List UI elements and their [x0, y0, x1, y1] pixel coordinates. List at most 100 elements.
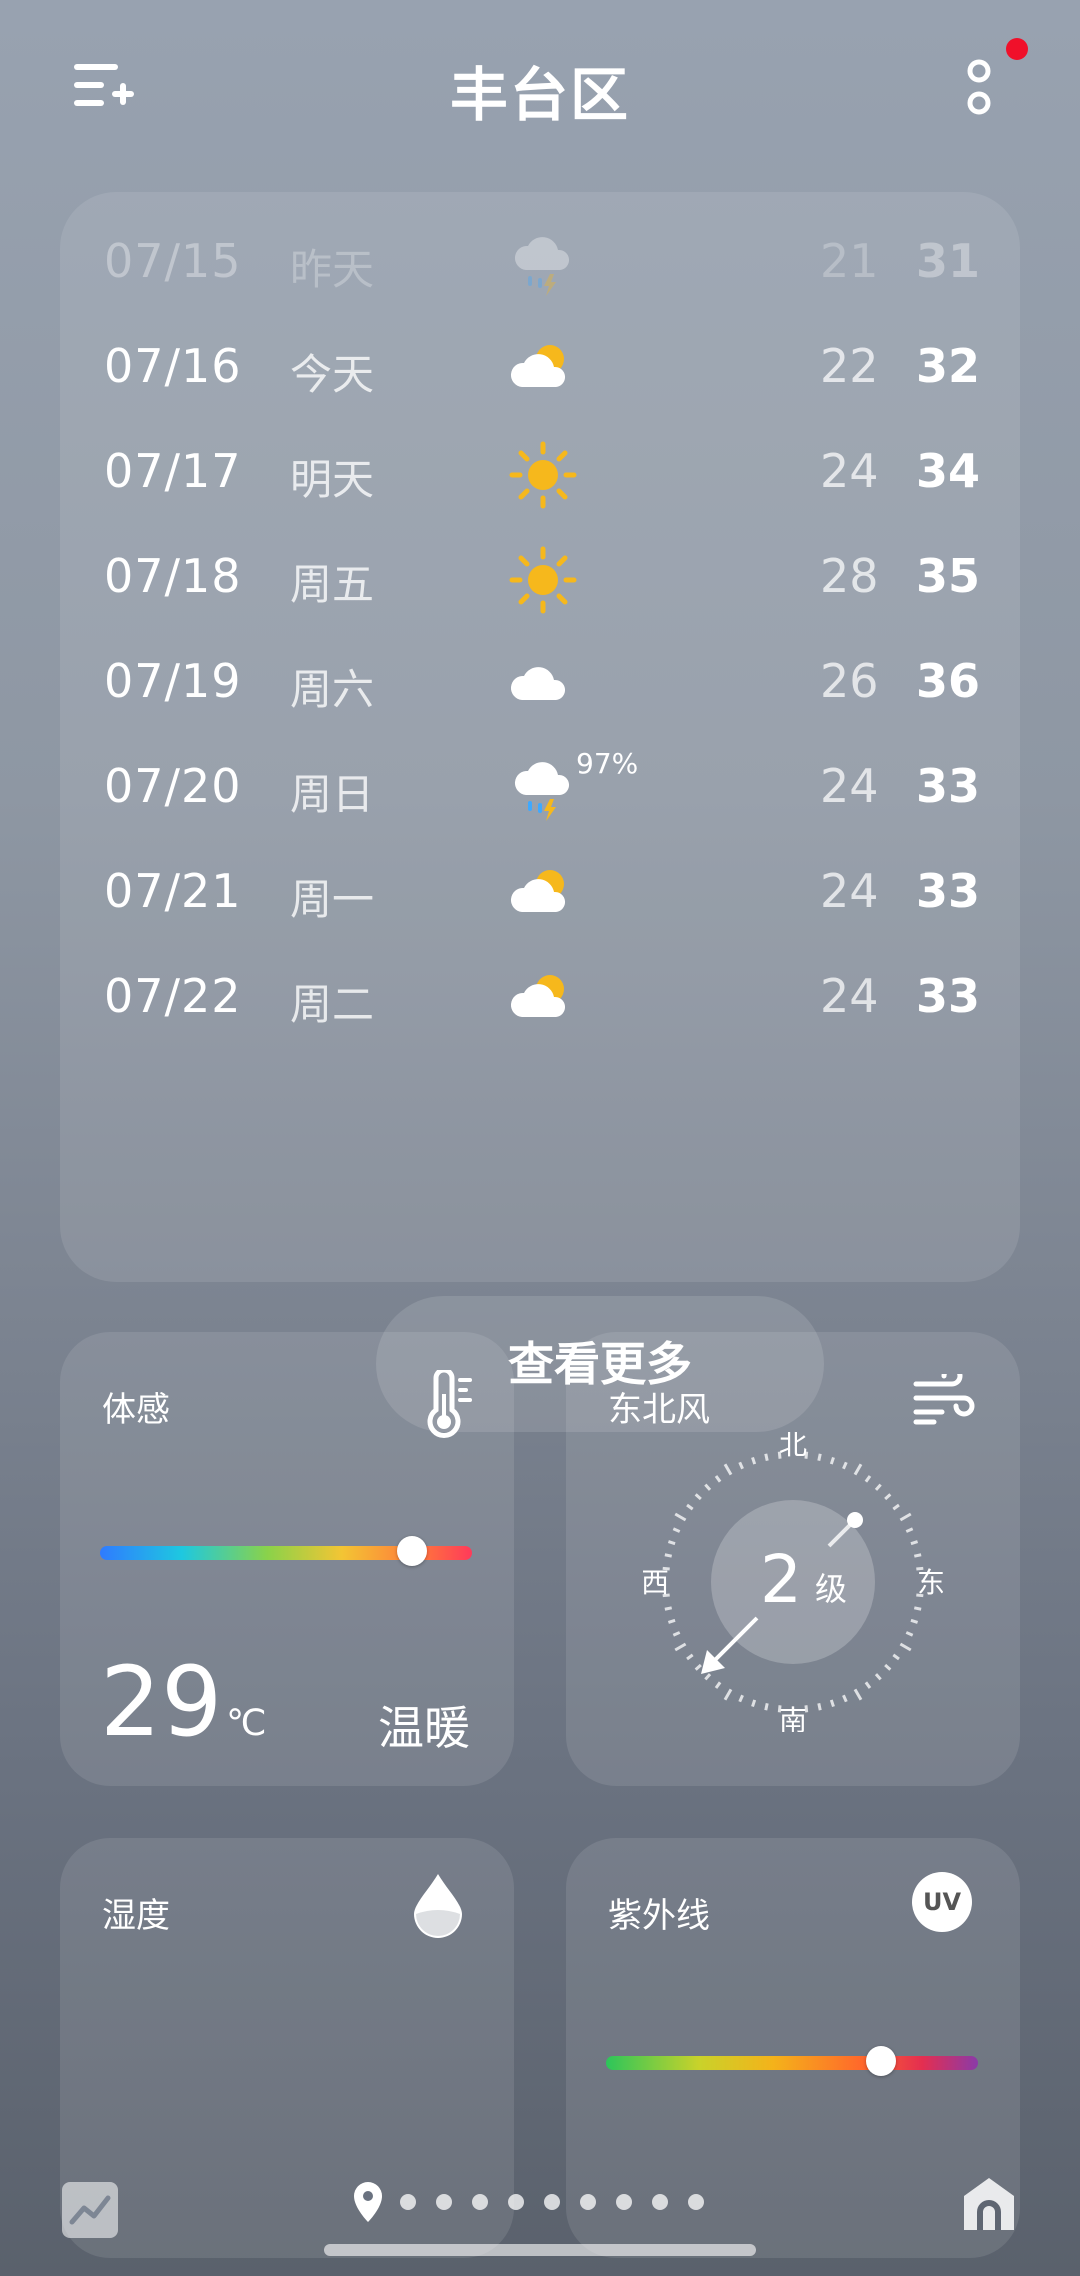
forecast-high: 36 [916, 654, 981, 708]
forecast-low: 28 [820, 549, 879, 603]
forecast-low: 26 [820, 654, 879, 708]
uv-indicator [866, 2046, 897, 2076]
forecast-high: 32 [916, 339, 981, 393]
feels-like-title: 体感 [102, 1390, 170, 1430]
sun-icon [508, 545, 578, 615]
forecast-row[interactable]: 07/20 周日 97% 24 33 [60, 737, 1020, 842]
compass-tick [686, 1653, 694, 1661]
forecast-high: 34 [916, 444, 981, 498]
compass-tick [817, 1453, 822, 1462]
compass-tick [913, 1553, 922, 1558]
page-dot[interactable] [436, 2194, 452, 2210]
forecast-date: 07/21 [104, 864, 242, 918]
forecast-day: 周五 [290, 560, 375, 609]
forecast-row[interactable]: 07/21 周一 24 33 [60, 842, 1020, 947]
compass-tick [829, 1699, 835, 1708]
forecast-low: 24 [820, 864, 879, 918]
page-dot[interactable] [472, 2194, 488, 2210]
wind-compass: 2 级 北 南 东 西 [643, 1432, 943, 1732]
compass-tick [714, 1681, 722, 1689]
compass-tick [905, 1527, 914, 1533]
forecast-day: 今天 [290, 350, 375, 399]
forecast-row[interactable]: 07/17 明天 24 34 [60, 422, 1020, 527]
forecast-row[interactable]: 07/15 昨天 21 31 [60, 212, 1020, 317]
compass-tick [874, 1483, 882, 1491]
compass-tick [672, 1527, 681, 1533]
compass-tick [764, 1453, 769, 1462]
page-dot[interactable] [508, 2194, 524, 2210]
compass-tick [694, 1663, 702, 1671]
compass-tick [853, 1688, 863, 1701]
forecast-high: 33 [916, 969, 981, 1023]
page-dot[interactable] [652, 2194, 668, 2210]
compass-tick [751, 1456, 757, 1465]
forecast-row[interactable]: 07/16 今天 22 32 [60, 317, 1020, 422]
forecast-high: 33 [916, 759, 981, 813]
compass-tick [664, 1606, 673, 1611]
forecast-date: 07/15 [104, 234, 242, 288]
compass-tick [714, 1475, 722, 1483]
compass-tick [704, 1483, 712, 1491]
trend-chart-icon[interactable] [62, 2182, 118, 2238]
compass-east: 东 [917, 1566, 943, 1599]
wind-arrow-origin [847, 1512, 863, 1528]
forecast-high: 33 [916, 864, 981, 918]
more-options-icon[interactable] [966, 58, 992, 118]
feels-like-description: 温暖 [378, 1701, 470, 1755]
forecast-date: 07/20 [104, 759, 242, 813]
compass-tick [842, 1694, 848, 1703]
compass-tick [853, 1463, 863, 1476]
uv-index-tile[interactable]: 紫外线 UV [566, 1838, 1020, 2258]
forecast-date: 07/18 [104, 549, 242, 603]
forecast-date: 07/22 [104, 969, 242, 1023]
compass-tick [764, 1702, 769, 1711]
forecast-day: 周六 [290, 665, 375, 714]
notification-dot [1006, 38, 1028, 60]
compass-north: 北 [779, 1432, 807, 1461]
page-dot[interactable] [544, 2194, 560, 2210]
forecast-day: 周一 [290, 875, 375, 924]
forecast-low: 24 [820, 969, 879, 1023]
forecast-row[interactable]: 07/22 周二 24 33 [60, 947, 1020, 1052]
gesture-home-bar[interactable] [324, 2244, 756, 2256]
compass-tick [667, 1618, 676, 1624]
compass-tick [899, 1642, 912, 1652]
compass-tick [829, 1456, 835, 1465]
compass-tick [738, 1461, 744, 1470]
home-icon[interactable] [960, 2174, 1018, 2234]
compass-tick [667, 1540, 676, 1546]
forecast-row[interactable]: 07/18 周五 28 35 [60, 527, 1020, 632]
page-dot[interactable] [400, 2194, 416, 2210]
forecast-row[interactable]: 07/19 周六 26 36 [60, 632, 1020, 737]
partly-cloudy-icon [508, 965, 578, 1035]
forecast-day: 周二 [290, 980, 375, 1029]
compass-tick [674, 1512, 687, 1522]
compass-tick [913, 1606, 922, 1611]
page-dot[interactable] [580, 2194, 596, 2210]
compass-tick [910, 1540, 919, 1546]
compass-tick [817, 1702, 822, 1711]
compass-south: 南 [779, 1704, 807, 1732]
compass-tick [723, 1688, 733, 1701]
compass-tick [704, 1673, 712, 1681]
page-dot[interactable] [688, 2194, 704, 2210]
compass-tick [694, 1493, 702, 1501]
page-dot[interactable] [616, 2194, 632, 2210]
uv-icon: UV [912, 1872, 972, 1932]
wind-level-unit: 级 [815, 1570, 847, 1608]
forecast-low: 21 [820, 234, 879, 288]
feels-like-scale [100, 1536, 472, 1566]
thermometer-icon [427, 1370, 472, 1438]
city-title[interactable]: 丰台区 [0, 48, 1080, 132]
compass-tick [672, 1631, 681, 1637]
wind-tile[interactable]: 东北风 2 级 北 南 东 西 [566, 1332, 1020, 1786]
partly-cloudy-icon [508, 335, 578, 405]
forecast-low: 24 [820, 759, 879, 813]
uv-scale [606, 2046, 978, 2076]
precip-chance: 97% [576, 747, 639, 780]
compass-tick [899, 1512, 912, 1522]
compass-tick [723, 1463, 733, 1476]
feels-like-tile[interactable]: 体感 29 ℃ 温暖 [60, 1332, 514, 1786]
compass-tick [686, 1503, 694, 1511]
compass-tick [664, 1553, 673, 1558]
